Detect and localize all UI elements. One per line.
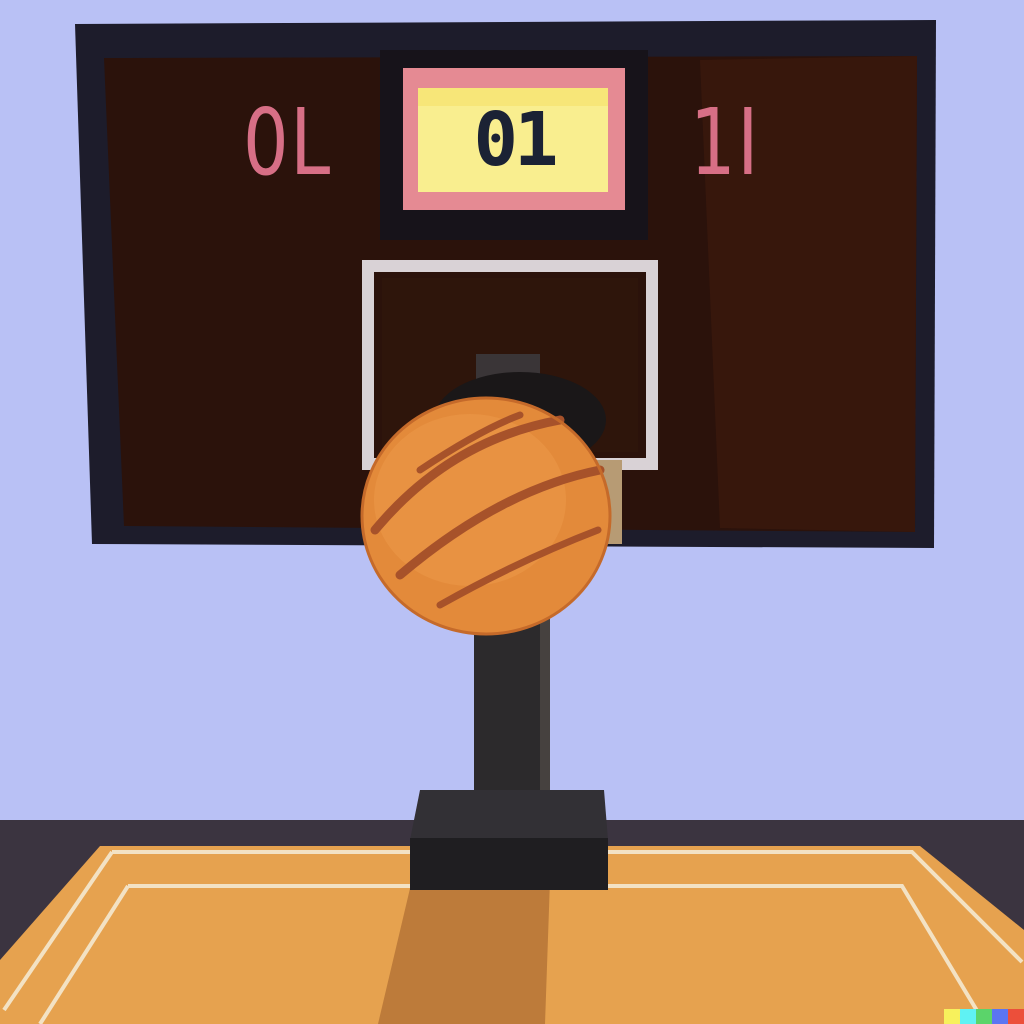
- away-score: 1I: [690, 89, 760, 196]
- timer-display: 01: [473, 97, 558, 183]
- stand-base: [410, 838, 608, 890]
- badge-swatch: [992, 1009, 1008, 1024]
- color-badge: [944, 1009, 1024, 1024]
- home-score: 0L: [243, 89, 332, 196]
- stand-base-top: [410, 790, 608, 840]
- badge-swatch: [1008, 1009, 1024, 1024]
- basketball: [360, 396, 612, 636]
- badge-swatch: [944, 1009, 960, 1024]
- badge-swatch: [976, 1009, 992, 1024]
- badge-swatch: [960, 1009, 976, 1024]
